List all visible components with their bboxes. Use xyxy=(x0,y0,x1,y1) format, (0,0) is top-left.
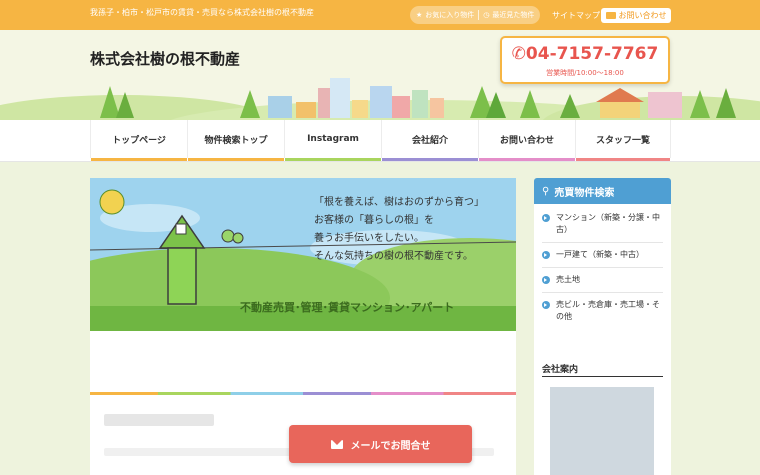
sidebar-search: ⚲ 売買物件検索 マンション（新築・分譲・中古） 一戸建て（新築・中古） 売土地… xyxy=(534,178,671,364)
mail-icon xyxy=(330,439,343,449)
arrow-circle-icon xyxy=(542,251,550,259)
divider xyxy=(478,10,480,20)
phone-number-text: 04-7157-7767 xyxy=(525,44,659,64)
sidebar-header: ⚲ 売買物件検索 xyxy=(534,178,671,204)
sidebar-list: マンション（新築・分譲・中古） 一戸建て（新築・中古） 売土地 売ビル・売倉庫・… xyxy=(534,204,671,364)
storefront-photo[interactable] xyxy=(550,387,654,475)
favorites-link[interactable]: ★ お気に入り物件 xyxy=(416,10,474,20)
sidebar-item-land[interactable]: 売土地 xyxy=(542,268,663,293)
star-icon: ★ xyxy=(416,11,423,19)
hero-line: 「根を養えば、樹はおのずから育つ」 xyxy=(314,197,484,208)
phone-number: ✆04-7157-7767 xyxy=(502,44,668,64)
rainbow-divider xyxy=(90,392,516,395)
sidebar-item-house[interactable]: 一戸建て（新築・中古） xyxy=(542,243,663,268)
hero-subtitle: 不動産売買･管理･賃貸マンション･アパート xyxy=(240,301,455,314)
nav-item-property-search[interactable]: 物件検索トップ xyxy=(187,120,284,161)
sidebar-item-building[interactable]: 売ビル・売倉庫・売工場・その他 xyxy=(542,293,663,329)
nav-underline xyxy=(285,158,381,161)
nav-item-staff[interactable]: スタッフ一覧 xyxy=(575,120,671,161)
sitemap-link[interactable]: サイトマップ xyxy=(552,10,600,21)
arrow-circle-icon xyxy=(542,276,550,284)
nav-underline xyxy=(576,158,670,161)
sidebar-item-label: 一戸建て（新築・中古） xyxy=(556,250,644,259)
arrow-circle-icon xyxy=(542,214,550,222)
mail-inquiry-button[interactable]: メールでお問合せ xyxy=(289,425,472,463)
nav-underline xyxy=(479,158,575,161)
global-nav: トップページ 物件検索トップ Instagram 会社紹介 お問い合わせ スタッ… xyxy=(0,120,760,162)
header: 株式会社樹の根不動産 ✆04-7157-7767 営業時間/10:00〜18:0… xyxy=(0,30,760,120)
hero-line: そんな気持ちの樹の根不動産です。 xyxy=(314,251,473,262)
nav-underline xyxy=(382,158,478,161)
hero-banner: 「根を養えば、樹はおのずから育つ」 お客様の「暮らしの根」を 養うお手伝いをした… xyxy=(90,178,516,331)
nav-label: スタッフ一覧 xyxy=(595,135,650,146)
nav-underline xyxy=(188,158,284,161)
arrow-circle-icon xyxy=(542,301,550,309)
company-title: 会社案内 xyxy=(542,365,579,375)
nav-label: Instagram xyxy=(307,134,359,144)
nav-item-instagram[interactable]: Instagram xyxy=(284,120,381,161)
nav-label: 会社紹介 xyxy=(411,135,448,146)
mail-button-label: メールでお問合せ xyxy=(350,440,431,452)
history-icon: ◷ xyxy=(483,11,490,19)
sidebar-item-label: 売ビル・売倉庫・売工場・その他 xyxy=(556,300,660,321)
sidebar-item-label: マンション（新築・分譲・中古） xyxy=(556,213,660,234)
mail-icon xyxy=(605,12,616,19)
site-logo[interactable]: 株式会社樹の根不動産 xyxy=(90,48,240,69)
search-icon: ⚲ xyxy=(542,185,550,197)
nav-item-top[interactable]: トップページ xyxy=(90,120,187,161)
phone-box[interactable]: ✆04-7157-7767 営業時間/10:00〜18:00 xyxy=(500,36,670,84)
company-info-box: 会社案内 xyxy=(534,353,671,475)
nav-item-contact[interactable]: お問い合わせ xyxy=(478,120,575,161)
nav-item-company[interactable]: 会社紹介 xyxy=(381,120,478,161)
nav-label: お問い合わせ xyxy=(499,135,554,146)
sidebar-item-label: 売土地 xyxy=(556,275,580,284)
section-heading-placeholder xyxy=(104,414,214,426)
recent-label: 最近見た物件 xyxy=(492,11,535,19)
nav-label: トップページ xyxy=(112,135,166,146)
nav-label: 物件検索トップ xyxy=(204,135,268,146)
recent-link[interactable]: ◷ 最近見た物件 xyxy=(483,10,534,20)
divider xyxy=(542,376,663,377)
sidebar-item-mansion[interactable]: マンション（新築・分譲・中古） xyxy=(542,206,663,243)
sidebar-title: 売買物件検索 xyxy=(554,187,615,199)
phone-icon: ✆ xyxy=(511,44,526,64)
hero-line: 養うお手伝いをしたい。 xyxy=(314,233,424,244)
hero-message: 「根を養えば、樹はおのずから育つ」 お客様の「暮らしの根」を 養うお手伝いをした… xyxy=(314,194,484,266)
favorites-label: お気に入り物件 xyxy=(425,11,475,19)
site-tagline: 我孫子・柏市・松戸市の賃貸・売買なら株式会社樹の根不動産 xyxy=(90,8,314,17)
business-hours: 営業時間/10:00〜18:00 xyxy=(546,69,624,77)
hero-line: お客様の「暮らしの根」を xyxy=(314,215,434,226)
contact-button-top[interactable]: お問い合わせ xyxy=(601,8,671,23)
top-bar: 我孫子・柏市・松戸市の賃貸・売買なら株式会社樹の根不動産 ★ お気に入り物件 ◷… xyxy=(0,0,760,30)
contact-label: お問い合わせ xyxy=(618,11,667,20)
nav-underline xyxy=(91,158,187,161)
top-links: ★ お気に入り物件 ◷ 最近見た物件 xyxy=(410,6,541,24)
